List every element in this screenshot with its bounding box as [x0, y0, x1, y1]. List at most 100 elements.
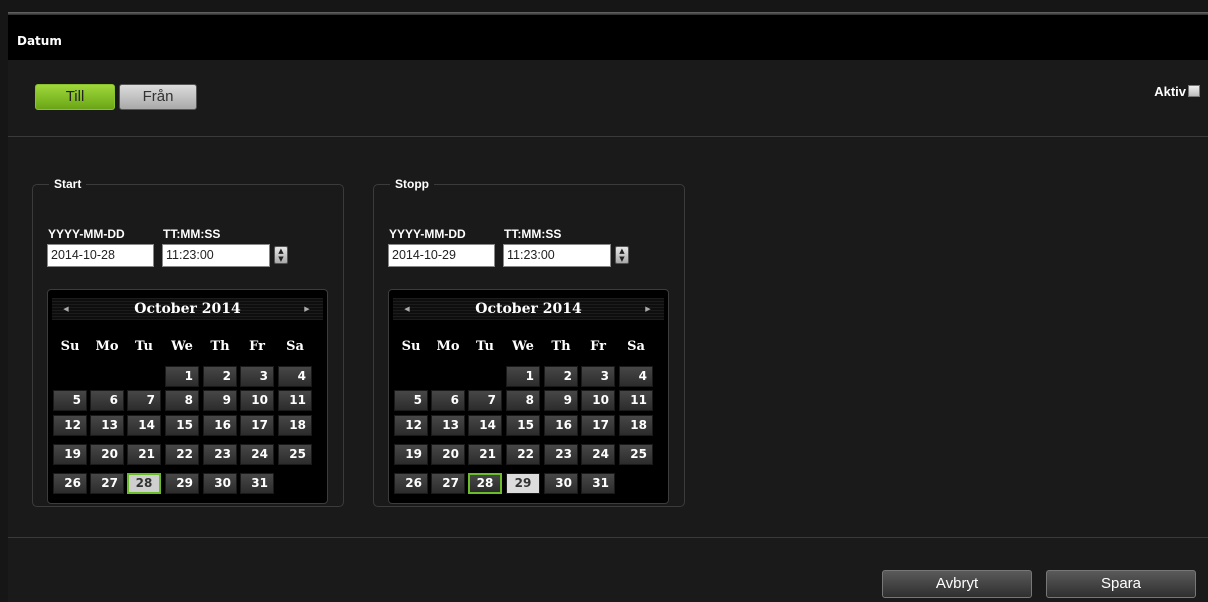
calendar-day[interactable]: 15	[165, 415, 199, 436]
cancel-button[interactable]: Avbryt	[882, 570, 1032, 598]
calendar-day[interactable]: 18	[278, 415, 312, 436]
calendar-day[interactable]: 15	[506, 415, 540, 436]
calendar-day[interactable]: 10	[240, 390, 274, 411]
start-time-input[interactable]: 11:23:00	[162, 244, 270, 267]
aktiv-label: Aktiv	[1154, 84, 1186, 99]
calendar-day[interactable]: 22	[165, 444, 199, 465]
calendar-day[interactable]: 5	[53, 390, 87, 411]
calendar-day[interactable]: 21	[468, 444, 502, 465]
aktiv-option[interactable]: Aktiv	[1154, 84, 1200, 99]
calendar-day[interactable]: 30	[544, 473, 578, 494]
weekday-header: Fr	[590, 339, 606, 354]
calendar-day[interactable]: 6	[90, 390, 124, 411]
start-time-spinner-icon[interactable]: ▲ ▼	[274, 246, 288, 264]
calendar-day[interactable]: 26	[394, 473, 428, 494]
calendar-month-title: October 2014	[475, 301, 582, 317]
weekday-header: Su	[60, 339, 80, 354]
calendar-day[interactable]: 28	[468, 473, 502, 494]
calendar-day[interactable]: 28	[127, 473, 161, 494]
weekday-header: Sa	[627, 339, 645, 354]
calendar-day[interactable]: 11	[619, 390, 653, 411]
calendar-day[interactable]: 23	[203, 444, 237, 465]
calendar-day[interactable]: 9	[203, 390, 237, 411]
calendar-day[interactable]: 7	[127, 390, 161, 411]
window-title-bar: Datum	[8, 15, 1208, 60]
calendar-day[interactable]: 19	[394, 444, 428, 465]
calendar-day[interactable]: 24	[581, 444, 615, 465]
calendar-day[interactable]: 11	[278, 390, 312, 411]
stopp-time-spinner-icon[interactable]: ▲ ▼	[615, 246, 629, 264]
calendar-day[interactable]: 9	[544, 390, 578, 411]
aktiv-checkbox[interactable]	[1188, 85, 1200, 97]
calendar-day[interactable]: 27	[431, 473, 465, 494]
calendar-day[interactable]: 8	[165, 390, 199, 411]
stopp-date-format-label: YYYY-MM-DD	[389, 227, 466, 241]
calendar-day[interactable]: 18	[619, 415, 653, 436]
weekday-header: Mo	[436, 339, 460, 354]
calendar-day[interactable]: 8	[506, 390, 540, 411]
weekday-header: Mo	[95, 339, 119, 354]
calendar-day[interactable]: 16	[544, 415, 578, 436]
calendar-day[interactable]: 25	[619, 444, 653, 465]
window-title: Datum	[17, 34, 62, 48]
calendar-day[interactable]: 14	[468, 415, 502, 436]
calendar-day[interactable]: 22	[506, 444, 540, 465]
calendar-day[interactable]: 29	[165, 473, 199, 494]
calendar-day[interactable]: 5	[394, 390, 428, 411]
calendar-day[interactable]: 1	[165, 366, 199, 387]
calendar-day[interactable]: 13	[431, 415, 465, 436]
calendar-day[interactable]: 7	[468, 390, 502, 411]
start-panel: Start YYYY-MM-DD TT:MM:SS 2014-10-28 11:…	[32, 177, 344, 507]
fran-toggle-button[interactable]: Från	[119, 84, 197, 110]
stopp-panel: Stopp YYYY-MM-DD TT:MM:SS 2014-10-29 11:…	[373, 177, 685, 507]
weekday-header: Sa	[286, 339, 304, 354]
calendar-day[interactable]: 25	[278, 444, 312, 465]
calendar-day[interactable]: 3	[240, 366, 274, 387]
next-month-icon[interactable]: ▶	[299, 298, 315, 320]
calendar-day[interactable]: 4	[278, 366, 312, 387]
start-calendar: ◀ October 2014 ▶ Su Mo Tu We Th Fr Sa 1 2 3 4 5 6 7 8 9…	[47, 289, 328, 504]
calendar-day[interactable]: 17	[581, 415, 615, 436]
calendar-day[interactable]: 13	[90, 415, 124, 436]
stopp-time-input[interactable]: 11:23:00	[503, 244, 611, 267]
calendar-day[interactable]: 20	[90, 444, 124, 465]
stopp-legend: Stopp	[395, 177, 429, 191]
start-date-input[interactable]: 2014-10-28	[47, 244, 154, 267]
dialog-content: Till Från Aktiv Start YYYY-MM-DD TT:MM:S…	[8, 60, 1208, 602]
calendar-day[interactable]: 12	[53, 415, 87, 436]
calendar-day[interactable]: 14	[127, 415, 161, 436]
calendar-day[interactable]: 4	[619, 366, 653, 387]
calendar-day[interactable]: 10	[581, 390, 615, 411]
calendar-day[interactable]: 29	[506, 473, 540, 494]
calendar-day[interactable]: 27	[90, 473, 124, 494]
calendar-day[interactable]: 2	[203, 366, 237, 387]
start-legend: Start	[54, 177, 82, 191]
calendar-header: ◀ October 2014 ▶	[52, 298, 323, 320]
calendar-day[interactable]: 3	[581, 366, 615, 387]
calendar-day[interactable]: 17	[240, 415, 274, 436]
next-month-icon[interactable]: ▶	[640, 298, 656, 320]
start-time-format-label: TT:MM:SS	[163, 227, 221, 241]
weekday-header: Tu	[476, 339, 494, 354]
calendar-day[interactable]: 1	[506, 366, 540, 387]
calendar-day[interactable]: 19	[53, 444, 87, 465]
calendar-day[interactable]: 26	[53, 473, 87, 494]
weekday-header: We	[512, 339, 534, 354]
calendar-day[interactable]: 2	[544, 366, 578, 387]
till-toggle-button[interactable]: Till	[35, 84, 115, 110]
calendar-day[interactable]: 6	[431, 390, 465, 411]
weekday-header: Th	[551, 339, 571, 354]
weekday-header: Tu	[135, 339, 153, 354]
calendar-day[interactable]: 24	[240, 444, 274, 465]
save-button[interactable]: Spara	[1046, 570, 1196, 598]
calendar-day[interactable]: 16	[203, 415, 237, 436]
calendar-day[interactable]: 31	[240, 473, 274, 494]
divider-top	[8, 136, 1208, 137]
calendar-day[interactable]: 31	[581, 473, 615, 494]
calendar-day[interactable]: 12	[394, 415, 428, 436]
stopp-date-input[interactable]: 2014-10-29	[388, 244, 495, 267]
calendar-day[interactable]: 23	[544, 444, 578, 465]
calendar-day[interactable]: 30	[203, 473, 237, 494]
calendar-day[interactable]: 20	[431, 444, 465, 465]
calendar-day[interactable]: 21	[127, 444, 161, 465]
